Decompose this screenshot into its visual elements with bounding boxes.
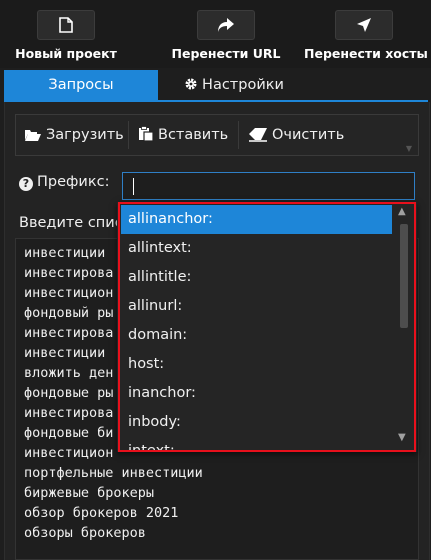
scroll-up-icon[interactable]: ▲ [398,206,406,217]
tab-settings-label: Настройки [202,77,284,93]
transfer-url-button[interactable]: Перенести URL [166,10,286,61]
file-icon [37,10,95,40]
dropdown-scrollbar[interactable]: ▲ ▼ [397,206,411,448]
transfer-url-label: Перенести URL [171,46,281,61]
prefix-input[interactable] [122,172,415,200]
tab-requests[interactable]: Запросы [4,70,158,100]
share-arrow-icon [197,10,255,40]
load-button[interactable]: Загрузить [24,115,124,155]
dropdown-item-allintext[interactable]: allintext: [121,234,392,263]
tab-bar: Запросы Настройки [4,70,428,102]
list-item: фондовые ры [24,385,114,401]
scrollbar-thumb[interactable] [400,224,408,328]
paste-button[interactable]: Вставить [138,115,228,155]
dropdown-item-allinanchor[interactable]: allinanchor: [121,205,392,234]
list-item: инвестирова [24,325,114,341]
dropdown-item-allintitle[interactable]: allintitle: [121,263,392,292]
list-item: обзор брокеров 2021 [24,505,179,521]
dropdown-item-inanchor[interactable]: inanchor: [121,379,392,408]
list-item: инвестиции [24,245,106,261]
clear-label: Очистить [272,127,345,143]
list-item: инвестирова [24,265,114,281]
gear-icon [185,78,197,90]
list-item: инвестицион [24,285,114,301]
eraser-icon [249,128,267,142]
list-item: инвестицион [24,445,114,461]
scroll-down-icon[interactable]: ▼ [398,432,406,443]
tab-settings[interactable]: Настройки [164,70,304,100]
list-item: обзоры брокеров [24,525,146,541]
new-project-label: Новый проект [15,46,117,61]
transfer-hosts-button[interactable]: Перенести хосты [304,10,428,61]
list-item: портфельные инвестиции [24,465,203,481]
dropdown-item-intext[interactable]: intext: [121,437,392,452]
dropdown-item-host[interactable]: host: [121,350,392,379]
transfer-hosts-label: Перенести хосты [304,46,428,61]
location-arrow-icon [335,10,393,40]
dropdown-item-allinurl[interactable]: allinurl: [121,292,392,321]
clear-button[interactable]: Очистить [248,115,344,155]
top-toolbar: Новый проект Перенести URL Перенести хос… [0,0,431,68]
dropdown-item-inbody[interactable]: inbody: [121,408,392,437]
list-item: фондовые би [24,425,114,441]
list-item: фондовый ры [24,305,114,321]
prefix-autocomplete-dropdown: allinanchor: allintext: allintitle: alli… [117,202,417,452]
list-item: инвестиции [24,345,106,361]
list-item: инвестирова [24,405,114,421]
text-caret [133,178,134,195]
prefix-label: ? Префикс: [19,174,109,191]
actions-bar: Загрузить Вставить Очистить ▼ [15,114,419,156]
new-project-button[interactable]: Новый проект [6,10,126,61]
help-icon[interactable]: ? [19,177,33,191]
separator [238,121,239,149]
separator [128,121,129,149]
paste-icon [139,126,154,142]
list-item: вложить ден [24,365,114,381]
list-item: биржевые брокеры [24,485,155,501]
load-label: Загрузить [46,127,124,143]
actions-overflow-icon[interactable]: ▼ [406,144,412,153]
tab-requests-label: Запросы [48,77,114,93]
dropdown-item-domain[interactable]: domain: [121,321,392,350]
folder-open-icon [25,130,41,141]
prefix-label-text: Префикс: [37,174,110,190]
paste-label: Вставить [158,127,229,143]
